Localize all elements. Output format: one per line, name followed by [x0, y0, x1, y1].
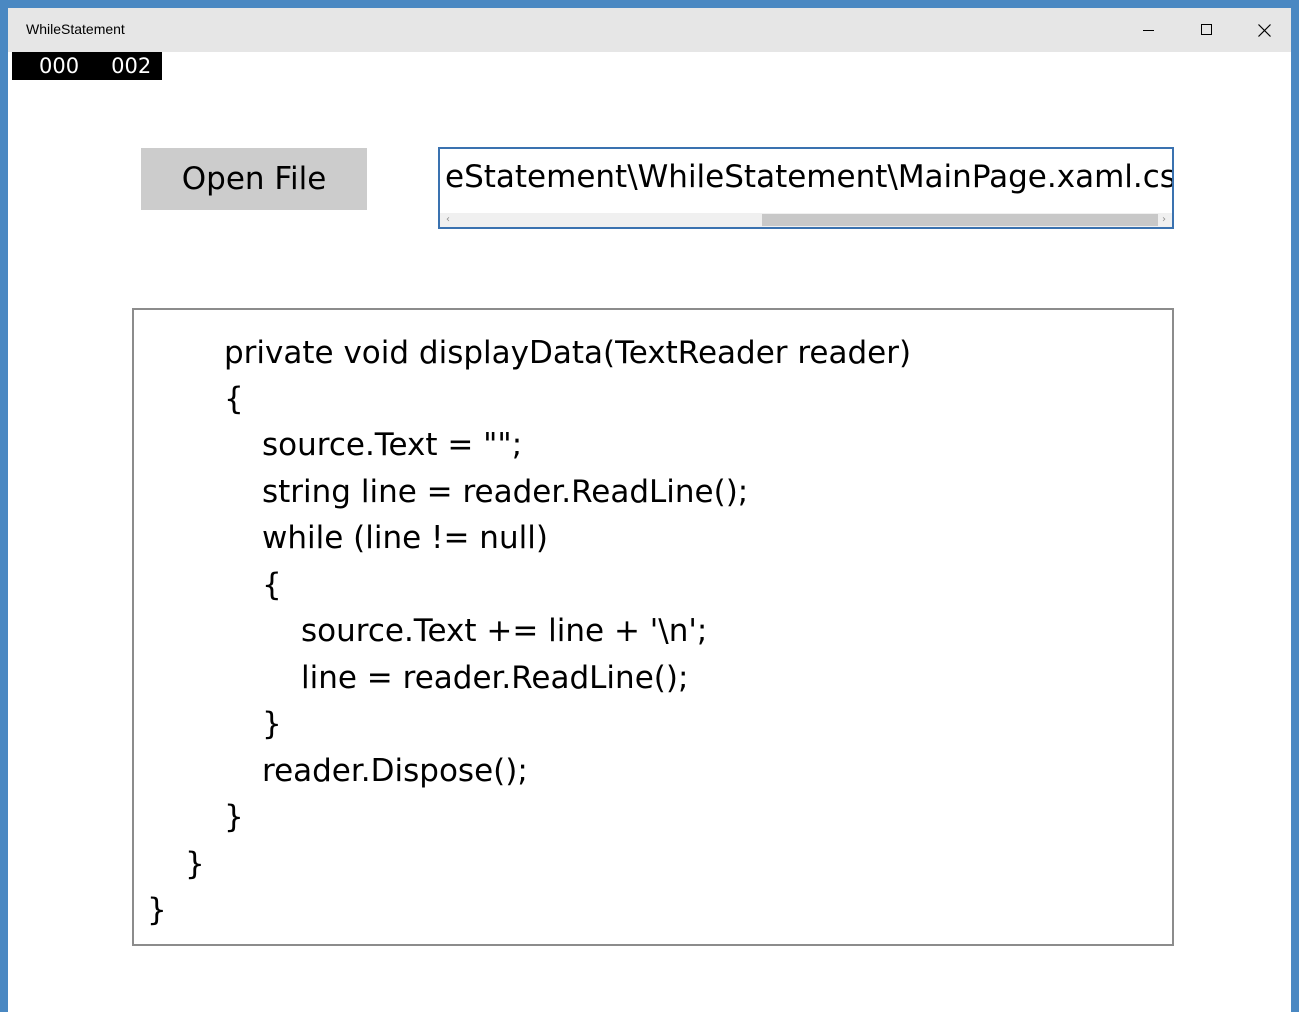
close-button[interactable] — [1235, 8, 1293, 52]
source-code-textbox[interactable]: private void displayData(TextReader read… — [132, 308, 1174, 946]
horizontal-scrollbar[interactable]: ‹ › — [440, 213, 1172, 227]
code-line: } — [185, 846, 205, 882]
maximize-button[interactable] — [1178, 8, 1236, 52]
frame-counter-left: 000 — [39, 54, 80, 78]
code-line: string line = reader.ReadLine(); — [262, 474, 749, 510]
close-icon — [1257, 23, 1271, 37]
code-line: reader.Dispose(); — [262, 753, 528, 789]
frame-rate-counter: 000 002 — [12, 52, 162, 80]
code-line: source.Text = ""; — [262, 427, 523, 463]
scrollbar-thumb[interactable] — [762, 214, 1158, 226]
open-file-button[interactable]: Open File — [141, 148, 367, 210]
code-line: { — [224, 381, 244, 417]
app-window: WhileStatement 000 002 Open File eStatem… — [0, 0, 1299, 1012]
code-line: } — [147, 892, 167, 928]
scroll-left-icon[interactable]: ‹ — [442, 213, 454, 227]
file-path-textbox[interactable]: eStatement\WhileStatement\MainPage.xaml.… — [438, 147, 1174, 229]
code-line: source.Text += line + '\n'; — [301, 613, 708, 649]
title-bar[interactable]: WhileStatement — [8, 8, 1291, 52]
scroll-right-icon[interactable]: › — [1158, 213, 1170, 227]
minimize-button[interactable] — [1120, 8, 1178, 52]
code-line: } — [224, 799, 244, 835]
maximize-icon — [1201, 24, 1212, 35]
code-line: while (line != null) — [262, 520, 548, 556]
code-line: line = reader.ReadLine(); — [301, 660, 689, 696]
frame-counter-right: 002 — [111, 54, 152, 78]
minimize-icon — [1143, 30, 1154, 31]
code-line: { — [262, 567, 282, 603]
window-title: WhileStatement — [26, 21, 125, 37]
code-line: private void displayData(TextReader read… — [224, 335, 912, 371]
code-line: } — [262, 706, 282, 742]
file-path-text: eStatement\WhileStatement\MainPage.xaml.… — [445, 159, 1174, 195]
